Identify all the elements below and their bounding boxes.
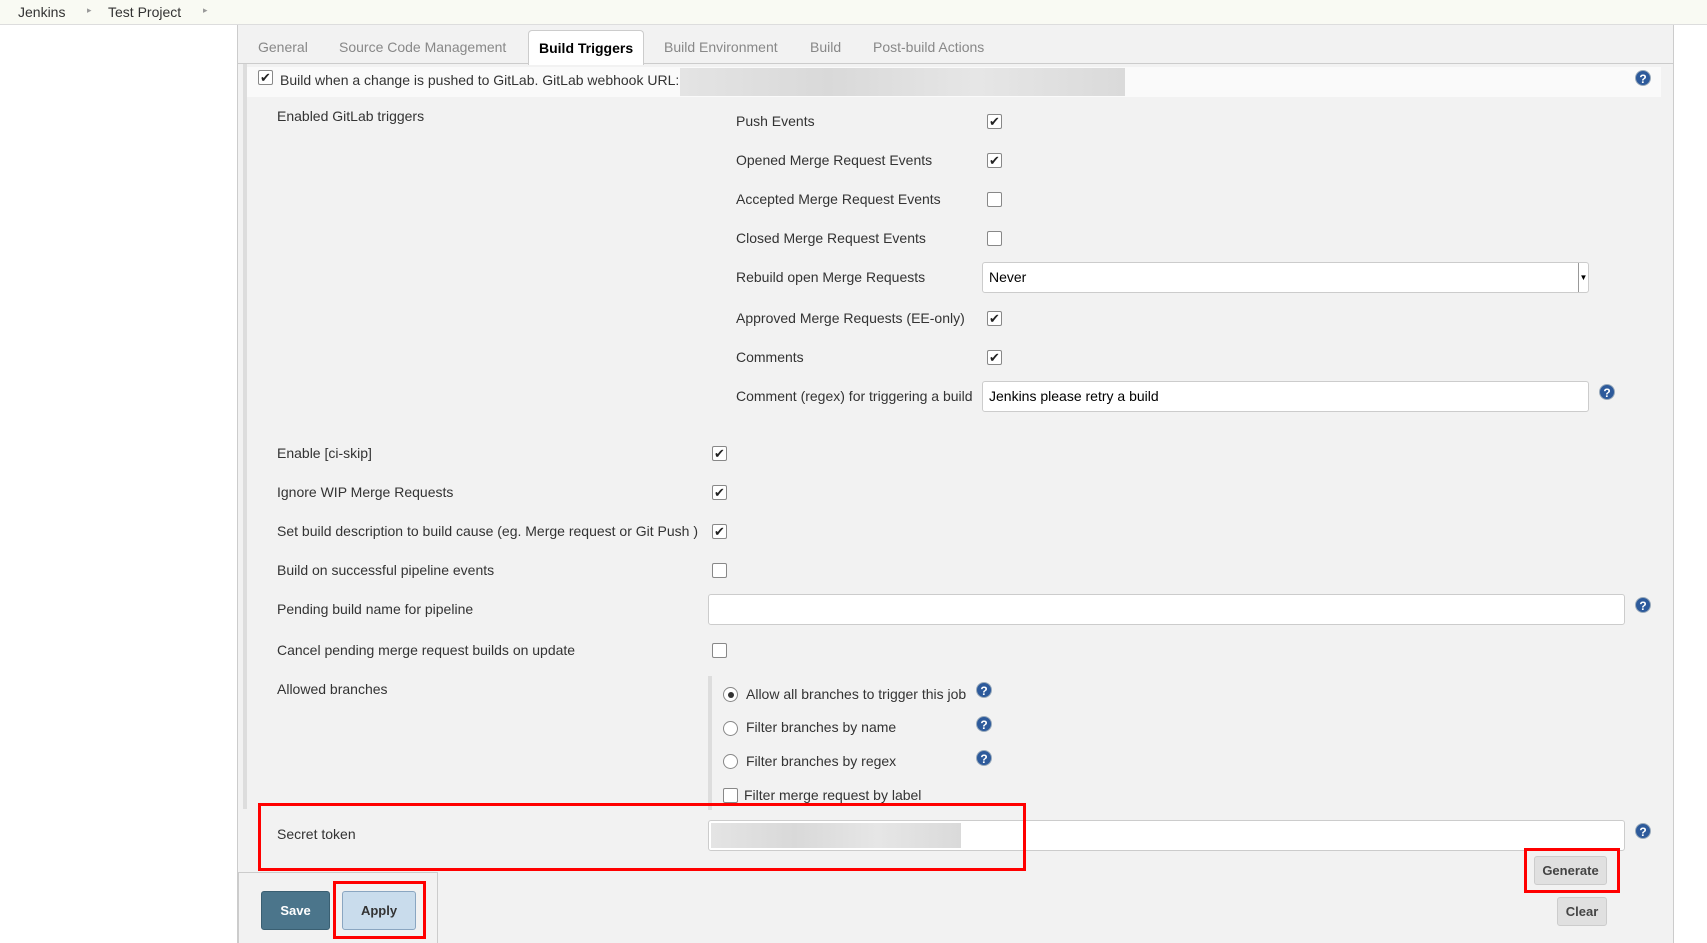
ci-skip-label: Enable [ci-skip]	[277, 445, 372, 461]
comment-regex-label: Comment (regex) for triggering a build	[736, 388, 973, 404]
highlight-apply	[333, 881, 426, 939]
accepted-mr-label: Accepted Merge Request Events	[736, 191, 941, 207]
filter-by-regex-label: Filter branches by regex	[746, 753, 897, 769]
config-tabs: General Source Code Management Build Tri…	[238, 30, 1673, 65]
help-icon[interactable]: ?	[976, 682, 992, 698]
ignore-wip-checkbox[interactable]: ✔	[712, 485, 727, 500]
help-icon[interactable]: ?	[1635, 597, 1651, 613]
tab-general[interactable]: General	[258, 39, 308, 55]
closed-mr-label: Closed Merge Request Events	[736, 230, 926, 246]
accepted-mr-checkbox[interactable]	[987, 192, 1002, 207]
breadcrumb-test-project[interactable]: Test Project	[108, 4, 181, 20]
allow-all-branches-radio[interactable]	[723, 687, 738, 702]
ci-skip-checkbox[interactable]: ✔	[712, 446, 727, 461]
approved-mr-label: Approved Merge Requests (EE-only)	[736, 310, 965, 326]
gitlab-trigger-checkbox[interactable]: ✔	[258, 70, 273, 85]
allow-all-branches-label: Allow all branches to trigger this job	[746, 686, 967, 702]
set-build-description-checkbox[interactable]: ✔	[712, 524, 727, 539]
tab-post-build-actions[interactable]: Post-build Actions	[873, 39, 984, 55]
filter-by-name-radio[interactable]	[723, 721, 738, 736]
allowed-branches-label: Allowed branches	[277, 681, 388, 697]
help-icon[interactable]: ?	[1599, 384, 1615, 400]
comment-regex-input[interactable]: Jenkins please retry a build	[982, 381, 1589, 412]
webhook-url-redacted	[680, 68, 1125, 96]
opened-mr-label: Opened Merge Request Events	[736, 152, 933, 168]
radio-group-bar	[708, 676, 712, 810]
filter-by-label-checkbox[interactable]	[723, 788, 738, 803]
pending-build-label: Pending build name for pipeline	[277, 601, 474, 617]
highlight-secret-token	[258, 803, 1026, 871]
rebuild-select[interactable]: Never ▼	[982, 262, 1589, 293]
highlight-generate	[1524, 848, 1620, 893]
filter-by-label-label: Filter merge request by label	[744, 787, 922, 803]
ignore-wip-label: Ignore WIP Merge Requests	[277, 484, 454, 500]
pending-build-input[interactable]	[708, 594, 1625, 625]
breadcrumb-jenkins[interactable]: Jenkins	[18, 4, 65, 20]
breadcrumb-bar: Jenkins ▸ Test Project ▸	[0, 0, 1707, 25]
pipeline-events-checkbox[interactable]	[712, 563, 727, 578]
tab-build-triggers[interactable]: Build Triggers	[528, 30, 645, 65]
comments-label: Comments	[736, 349, 804, 365]
breadcrumb-arrow-icon[interactable]: ▸	[87, 5, 92, 16]
filter-by-regex-radio[interactable]	[723, 754, 738, 769]
set-build-description-label: Set build description to build cause (eg…	[277, 523, 698, 539]
enabled-triggers-label: Enabled GitLab triggers	[277, 108, 425, 124]
tab-build-environment[interactable]: Build Environment	[664, 39, 778, 55]
clear-button[interactable]: Clear	[1557, 897, 1607, 926]
section-indent-bar	[243, 64, 247, 809]
filter-by-name-label: Filter branches by name	[746, 719, 897, 735]
tab-build[interactable]: Build	[810, 39, 841, 55]
gitlab-trigger-label: Build when a change is pushed to GitLab.…	[280, 72, 680, 88]
help-icon[interactable]: ?	[1635, 70, 1651, 86]
help-icon[interactable]: ?	[1635, 823, 1651, 839]
approved-mr-checkbox[interactable]: ✔	[987, 311, 1002, 326]
cancel-pending-label: Cancel pending merge request builds on u…	[277, 642, 576, 658]
breadcrumb-arrow-icon[interactable]: ▸	[203, 5, 208, 16]
help-icon[interactable]: ?	[976, 750, 992, 766]
rebuild-label: Rebuild open Merge Requests	[736, 269, 926, 285]
comments-checkbox[interactable]: ✔	[987, 350, 1002, 365]
pipeline-events-label: Build on successful pipeline events	[277, 562, 495, 578]
help-icon[interactable]: ?	[976, 716, 992, 732]
chevron-down-icon[interactable]: ▼	[1578, 263, 1588, 292]
push-events-checkbox[interactable]: ✔	[987, 114, 1002, 129]
opened-mr-checkbox[interactable]: ✔	[987, 153, 1002, 168]
tab-source-code-management[interactable]: Source Code Management	[339, 39, 506, 55]
rebuild-select-value: Never	[989, 269, 1027, 285]
save-button[interactable]: Save	[261, 891, 330, 930]
closed-mr-checkbox[interactable]	[987, 231, 1002, 246]
push-events-label: Push Events	[736, 113, 815, 129]
cancel-pending-checkbox[interactable]	[712, 643, 727, 658]
